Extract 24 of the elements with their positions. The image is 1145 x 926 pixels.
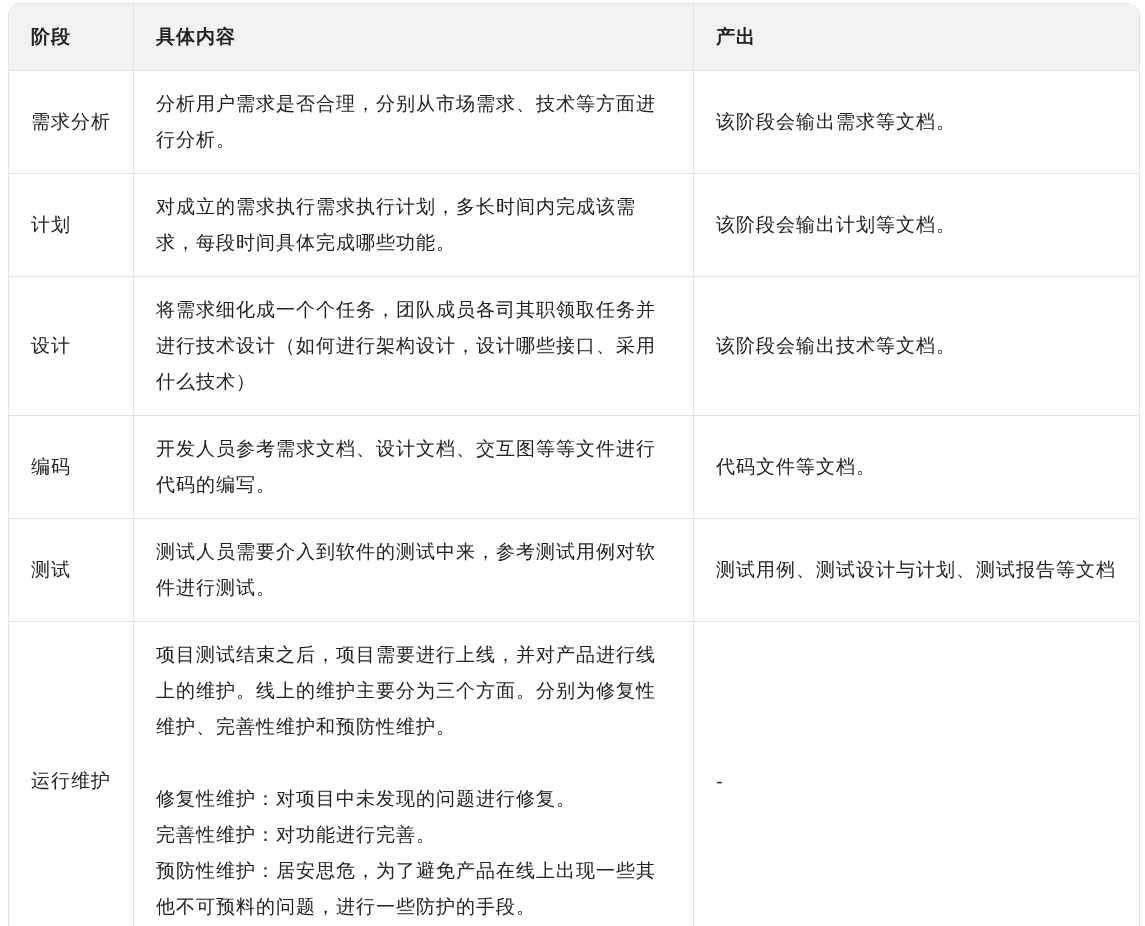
output-cell: 该阶段会输出技术等文档。 bbox=[694, 277, 1139, 416]
output-cell: 测试用例、测试设计与计划、测试报告等文档 bbox=[694, 519, 1139, 622]
stage-cell: 编码 bbox=[9, 416, 134, 519]
content-text: 测试人员需要介入到软件的测试中来，参考测试用例对软件进行测试。 bbox=[156, 540, 657, 600]
stage-cell: 设计 bbox=[9, 277, 134, 416]
output-cell-text: - bbox=[715, 769, 725, 793]
content-text: 修复性维护：对项目中未发现的问题进行修复。 bbox=[156, 787, 577, 811]
column-header: 产出 bbox=[694, 4, 1139, 71]
stage-cell: 需求分析 bbox=[9, 71, 134, 174]
content-text: 预防性维护：居安思危，为了避免产品在线上出现一些其他不可预料的问题，进行一些防护的手段。 bbox=[156, 859, 657, 919]
column-header: 阶段 bbox=[9, 4, 134, 71]
output-cell: 该阶段会输出需求等文档。 bbox=[694, 71, 1139, 174]
output-cell: 代码文件等文档。 bbox=[694, 416, 1139, 519]
output-cell: 该阶段会输出计划等文档。 bbox=[694, 174, 1139, 277]
content-text: 项目测试结束之后，项目需要进行上线，并对产品进行线上的维护。线上的维护主要分为三个方面。分别为修复性维护、完善性维护和预防性维护。 bbox=[156, 643, 657, 739]
content-text: 分析用户需求是否合理，分别从市场需求、技术等方面进行分析。 bbox=[156, 92, 657, 152]
stage-cell: 运行维护 bbox=[9, 622, 134, 926]
content-text: 对成立的需求执行需求执行计划，多长时间内完成该需求，每段时间具体完成哪些功能。 bbox=[156, 195, 637, 255]
column-header: 具体内容 bbox=[134, 4, 694, 71]
stage-cell: 测试 bbox=[9, 519, 134, 622]
stage-cell: 计划 bbox=[9, 174, 134, 277]
content-text: 完善性维护：对功能进行完善。 bbox=[156, 823, 437, 847]
content-text: 将需求细化成一个个任务，团队成员各司其职领取任务并进行技术设计（如何进行架构设计，设计哪些接口、采用什么技术） bbox=[156, 298, 657, 394]
content-text: 开发人员参考需求文档、设计文档、交互图等等文件进行代码的编写。 bbox=[156, 437, 657, 497]
